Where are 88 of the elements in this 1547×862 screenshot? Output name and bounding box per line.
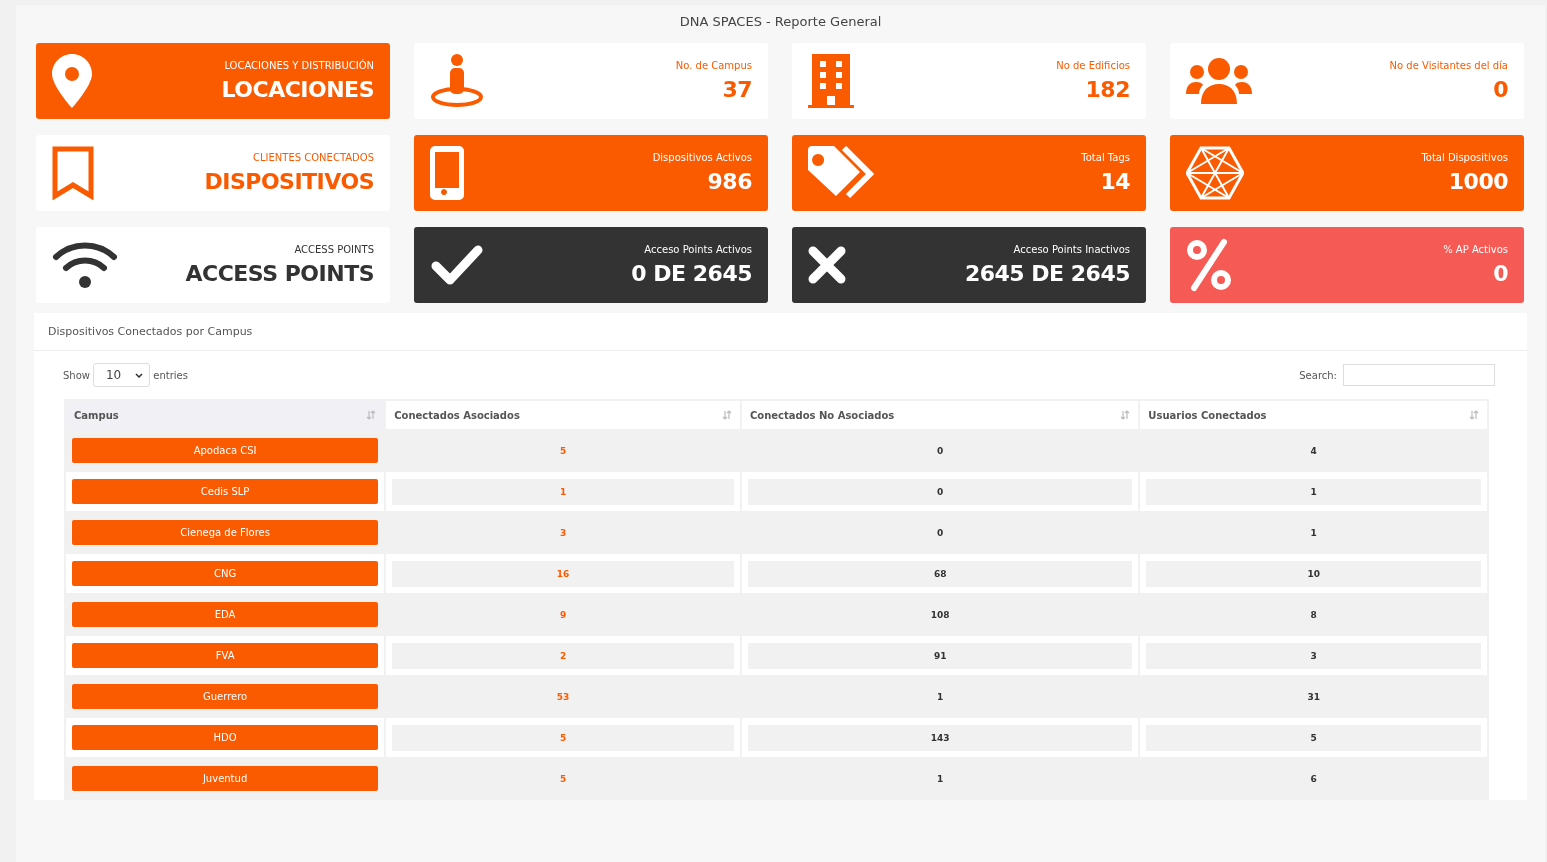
smartphone-icon <box>430 146 464 200</box>
table-cell-text: 3 <box>558 526 568 540</box>
table-cell: 10 <box>1146 560 1481 587</box>
campus-button[interactable]: EDA <box>72 602 379 627</box>
table-cell-text: 5 <box>558 444 568 458</box>
page-title: DNA SPACES - Reporte General <box>678 13 883 31</box>
bookmark-icon <box>52 146 94 200</box>
stat-value: 182 <box>1085 77 1130 102</box>
map-pin-icon <box>52 54 92 108</box>
sort-icon <box>721 410 732 420</box>
stat-label: Acceso Points Activos <box>644 244 752 255</box>
stat-value: 2645 DE 2645 <box>964 261 1130 286</box>
stat-label: Acceso Points Inactivos <box>1013 244 1130 255</box>
table-cell-text: 53 <box>555 690 571 704</box>
table-cell: 68 <box>747 560 1133 587</box>
table-cell-text: 108 <box>929 608 951 622</box>
table-cell: 16 <box>392 560 734 587</box>
show-label: Show <box>63 369 90 381</box>
sort-icon <box>366 410 377 420</box>
table-cell-text: 8 <box>1309 608 1318 622</box>
stat-value: 0 DE 2645 <box>631 261 752 286</box>
stat-value: LOCACIONES <box>221 77 374 102</box>
campus-button[interactable]: FVA <box>72 643 379 668</box>
person-on-spot-icon <box>430 54 484 108</box>
table-cell: 143 <box>747 724 1133 751</box>
stat-label: % AP Activos <box>1443 244 1508 255</box>
stat-label: No. de Campus <box>675 60 752 71</box>
stat-label: Total Tags <box>1081 152 1130 163</box>
hexagon-network-icon <box>1186 146 1244 200</box>
table-cell: 5 <box>1146 724 1481 751</box>
stat-value: 0 <box>1493 77 1508 102</box>
stat-label: ACCESS POINTS <box>294 244 374 255</box>
column-header[interactable]: Usuarios Conectados <box>1139 400 1488 430</box>
column-header[interactable]: Campus <box>65 400 386 430</box>
column-header[interactable]: Conectados Asociados <box>385 400 741 430</box>
campus-button[interactable]: Cedis SLP <box>72 479 379 504</box>
stat-value: 14 <box>1100 169 1130 194</box>
entries-label: entries <box>153 369 188 381</box>
stat-label: No de Visitantes del día <box>1389 60 1508 71</box>
table-cell-text: 1 <box>936 690 945 704</box>
close-icon <box>808 246 846 284</box>
stat-label: LOCACIONES Y DISTRIBUCIÓN <box>224 60 374 71</box>
table-cell: 3 <box>1146 642 1481 669</box>
table-cell: 1 <box>392 478 734 505</box>
table-cell-text: 1 <box>1309 526 1318 540</box>
table-cell-text: 5 <box>558 772 568 786</box>
checkmark-icon <box>430 244 484 286</box>
table-cell-text: 4 <box>1309 444 1318 458</box>
tags-icon <box>808 146 874 200</box>
building-icon <box>808 54 854 108</box>
table-cell: 2 <box>392 642 734 669</box>
stat-value: 986 <box>707 169 752 194</box>
stat-label: No de Edificios <box>1056 60 1130 71</box>
stat-value: DISPOSITIVOS <box>204 169 374 194</box>
chevron-down-icon <box>135 372 144 378</box>
sort-icon <box>1120 410 1131 420</box>
search-label: Search: <box>1299 369 1337 381</box>
campus-button[interactable]: Cienega de Flores <box>72 520 379 545</box>
table-cell-text: 9 <box>558 608 568 622</box>
campus-button[interactable]: Apodaca CSI <box>72 438 379 463</box>
stat-value: 37 <box>722 77 752 102</box>
table-cell-text: 31 <box>1306 690 1321 704</box>
table-cell-text: 6 <box>1309 772 1318 786</box>
stat-label: Total Dispositivos <box>1421 152 1508 163</box>
table-cell: 91 <box>747 642 1133 669</box>
stat-value: ACCESS POINTS <box>185 261 374 286</box>
stat-value: 0 <box>1493 261 1508 286</box>
users-icon <box>1186 58 1252 104</box>
table-cell: 1 <box>1146 478 1481 505</box>
table-cell: 5 <box>392 724 734 751</box>
percent-icon <box>1186 238 1232 292</box>
campus-button[interactable]: Guerrero <box>72 684 379 709</box>
entries-dropdown[interactable]: 10 <box>93 363 151 387</box>
campus-button[interactable]: CNG <box>72 561 379 586</box>
column-header[interactable]: Conectados No Asociados <box>740 400 1140 430</box>
stat-label: CLIENTES CONECTADOS <box>253 152 374 163</box>
wifi-icon <box>52 241 118 289</box>
stat-value: 1000 <box>1448 169 1508 194</box>
table-cell-text: 0 <box>936 526 945 540</box>
campus-button[interactable]: Juventud <box>72 766 379 791</box>
stat-label: Dispositivos Activos <box>652 152 752 163</box>
table-cell-text: 0 <box>936 444 945 458</box>
panel-title: Dispositivos Conectados por Campus <box>34 313 1527 351</box>
table-cell-text: 1 <box>936 772 945 786</box>
sort-icon <box>1469 410 1479 420</box>
table-cell: 0 <box>747 478 1133 505</box>
campus-button[interactable]: HDO <box>72 725 379 750</box>
search-field[interactable] <box>1343 364 1495 386</box>
